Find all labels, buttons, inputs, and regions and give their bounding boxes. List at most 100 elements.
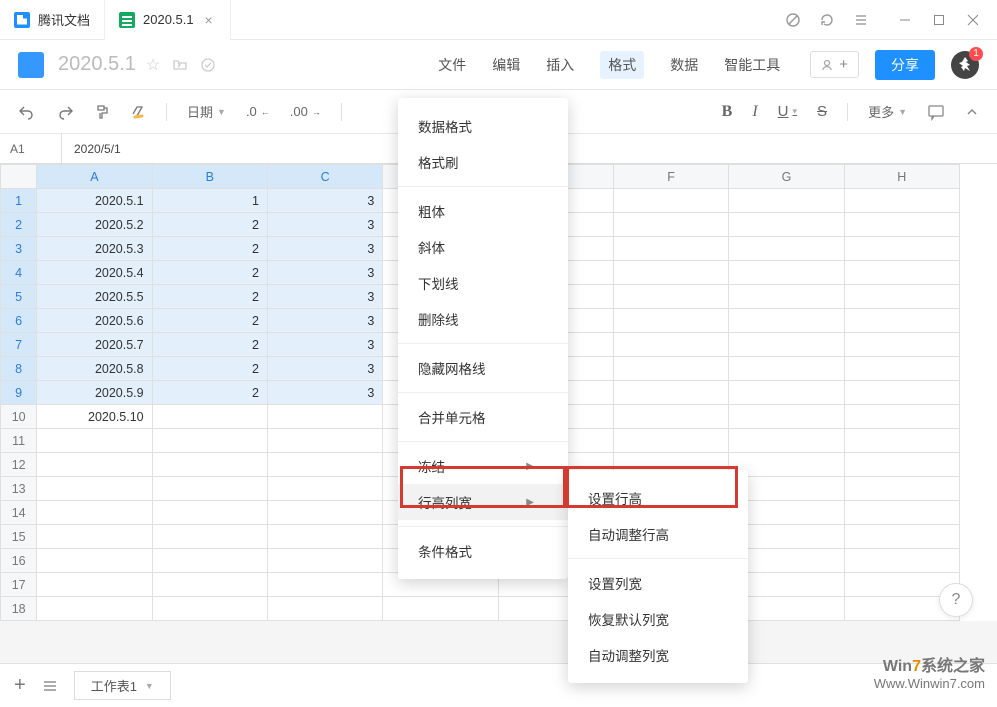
row-header[interactable]: 10 bbox=[1, 405, 37, 429]
cell[interactable] bbox=[729, 285, 844, 309]
cell[interactable] bbox=[729, 357, 844, 381]
cell[interactable] bbox=[613, 285, 728, 309]
cell[interactable] bbox=[267, 573, 382, 597]
strike-icon[interactable]: S bbox=[817, 103, 827, 120]
row-header[interactable]: 9 bbox=[1, 381, 37, 405]
cell[interactable] bbox=[613, 213, 728, 237]
cell[interactable] bbox=[729, 261, 844, 285]
cell[interactable] bbox=[729, 381, 844, 405]
cell[interactable] bbox=[267, 453, 382, 477]
tab-document[interactable]: 2020.5.1 × bbox=[105, 0, 231, 40]
cell[interactable] bbox=[844, 285, 959, 309]
cell[interactable] bbox=[844, 549, 959, 573]
menu-data[interactable]: 数据 bbox=[670, 55, 698, 75]
cell[interactable] bbox=[37, 573, 152, 597]
cell[interactable]: 3 bbox=[267, 285, 382, 309]
col-header[interactable]: C bbox=[267, 165, 382, 189]
row-header[interactable]: 3 bbox=[1, 237, 37, 261]
cell[interactable] bbox=[613, 333, 728, 357]
cell[interactable]: 3 bbox=[267, 333, 382, 357]
cell[interactable]: 3 bbox=[267, 261, 382, 285]
cell[interactable] bbox=[844, 261, 959, 285]
cell[interactable] bbox=[729, 213, 844, 237]
check-circle-icon[interactable] bbox=[200, 57, 216, 73]
cell[interactable] bbox=[152, 429, 267, 453]
cell[interactable]: 2 bbox=[152, 285, 267, 309]
menu-insert[interactable]: 插入 bbox=[546, 55, 574, 75]
cell[interactable]: 2 bbox=[152, 309, 267, 333]
cell[interactable] bbox=[267, 597, 382, 621]
star-icon[interactable]: ☆ bbox=[146, 55, 160, 75]
row-header[interactable]: 6 bbox=[1, 309, 37, 333]
underline-icon[interactable]: U ▾ bbox=[778, 103, 797, 120]
sheet-list-icon[interactable] bbox=[42, 678, 58, 694]
menu-tools[interactable]: 智能工具 bbox=[724, 55, 780, 75]
menu-italic[interactable]: 斜体 bbox=[398, 229, 568, 265]
decrease-decimal-icon[interactable]: .0← bbox=[246, 104, 270, 119]
cell[interactable] bbox=[844, 189, 959, 213]
help-button[interactable]: ? bbox=[939, 583, 973, 617]
menu-data-format[interactable]: 数据格式 bbox=[398, 108, 568, 144]
cell[interactable]: 3 bbox=[267, 189, 382, 213]
cell[interactable] bbox=[152, 549, 267, 573]
cell[interactable] bbox=[844, 309, 959, 333]
col-header[interactable]: A bbox=[37, 165, 152, 189]
cell[interactable] bbox=[729, 333, 844, 357]
submenu-reset-col-width[interactable]: 恢复默认列宽 bbox=[568, 601, 748, 637]
cell[interactable] bbox=[844, 333, 959, 357]
cell[interactable] bbox=[729, 237, 844, 261]
clear-format-icon[interactable] bbox=[130, 104, 146, 120]
cell[interactable] bbox=[844, 525, 959, 549]
cell[interactable] bbox=[267, 405, 382, 429]
cell[interactable] bbox=[729, 429, 844, 453]
row-header[interactable]: 18 bbox=[1, 597, 37, 621]
close-icon[interactable] bbox=[963, 10, 983, 30]
cell[interactable]: 2 bbox=[152, 261, 267, 285]
italic-icon[interactable]: I bbox=[752, 103, 757, 121]
comment-icon[interactable] bbox=[927, 103, 945, 121]
cell[interactable] bbox=[729, 309, 844, 333]
menu-format-painter[interactable]: 格式刷 bbox=[398, 144, 568, 180]
cell[interactable]: 2 bbox=[152, 237, 267, 261]
share-button[interactable]: 分享 bbox=[875, 50, 935, 80]
cell-reference[interactable]: A1 bbox=[0, 134, 62, 163]
row-header[interactable]: 4 bbox=[1, 261, 37, 285]
table-row[interactable]: 18 bbox=[1, 597, 960, 621]
row-header[interactable]: 15 bbox=[1, 525, 37, 549]
increase-decimal-icon[interactable]: .00→ bbox=[290, 104, 321, 119]
cell[interactable] bbox=[267, 477, 382, 501]
cell[interactable] bbox=[613, 309, 728, 333]
sheet-tab[interactable]: 工作表1▼ bbox=[74, 671, 171, 700]
add-sheet-icon[interactable]: + bbox=[14, 674, 26, 697]
cell[interactable] bbox=[729, 189, 844, 213]
cell[interactable] bbox=[729, 405, 844, 429]
cell[interactable] bbox=[152, 525, 267, 549]
row-header[interactable]: 7 bbox=[1, 333, 37, 357]
avatar[interactable]: 1 bbox=[951, 51, 979, 79]
cell[interactable] bbox=[37, 597, 152, 621]
cell[interactable] bbox=[844, 381, 959, 405]
cell[interactable]: 2020.5.8 bbox=[37, 357, 152, 381]
cell[interactable]: 2020.5.1 bbox=[37, 189, 152, 213]
row-header[interactable]: 14 bbox=[1, 501, 37, 525]
cell[interactable] bbox=[152, 405, 267, 429]
menu-hide-gridlines[interactable]: 隐藏网格线 bbox=[398, 350, 568, 386]
menu-edit[interactable]: 编辑 bbox=[492, 55, 520, 75]
cell[interactable]: 3 bbox=[267, 309, 382, 333]
cell[interactable] bbox=[844, 357, 959, 381]
cell[interactable] bbox=[844, 405, 959, 429]
block-icon[interactable] bbox=[783, 10, 803, 30]
row-header[interactable]: 11 bbox=[1, 429, 37, 453]
cell[interactable]: 2020.5.7 bbox=[37, 333, 152, 357]
cell[interactable]: 2020.5.4 bbox=[37, 261, 152, 285]
cell[interactable] bbox=[152, 501, 267, 525]
row-header[interactable]: 1 bbox=[1, 189, 37, 213]
cell[interactable] bbox=[267, 549, 382, 573]
cell[interactable] bbox=[37, 549, 152, 573]
cell[interactable]: 2 bbox=[152, 213, 267, 237]
row-header[interactable]: 5 bbox=[1, 285, 37, 309]
menu-strike[interactable]: 删除线 bbox=[398, 301, 568, 337]
maximize-icon[interactable] bbox=[929, 10, 949, 30]
menu-format[interactable]: 格式 bbox=[600, 51, 644, 79]
cell-value[interactable]: 2020/5/1 bbox=[62, 142, 133, 156]
